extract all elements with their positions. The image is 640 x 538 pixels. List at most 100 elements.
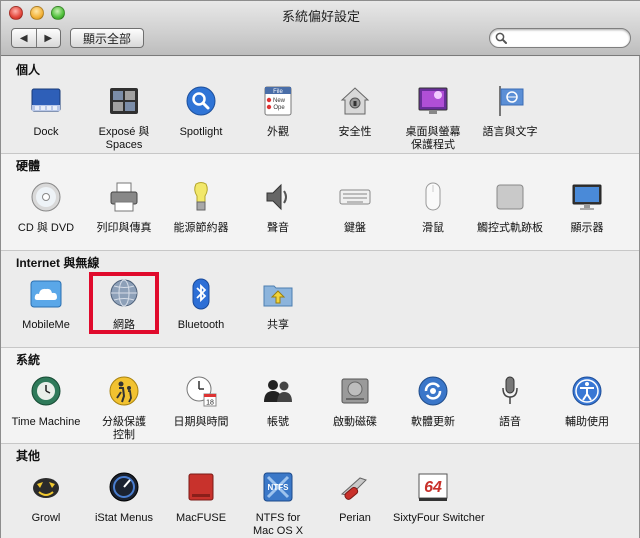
window-title: 系統偏好設定 [281, 9, 360, 24]
parental-controls-icon [109, 376, 139, 406]
search-field[interactable] [489, 28, 631, 48]
pane-label-parental-controls: 分級保護 控制 [102, 416, 146, 441]
pane-label-keyboard: 鍵盤 [344, 222, 366, 234]
pane-growl[interactable]: Growl [6, 470, 86, 525]
pane-expose-spaces[interactable]: Exposé 與 Spaces [84, 84, 164, 152]
section-divider [1, 250, 639, 251]
back-forward-group: ◀ ▶ [11, 28, 61, 48]
section-title-personal: 個人 [16, 63, 41, 77]
speaker-icon [266, 183, 287, 211]
pane-date-time[interactable]: 18 日期與時間 [161, 374, 241, 429]
pane-label-macfuse: MacFUSE [175, 512, 227, 524]
pane-label-appearance: 外觀 [267, 126, 289, 138]
section-title-other: 其他 [16, 449, 41, 463]
printer-icon [110, 182, 138, 212]
section-title-internet: Internet 與無線 [16, 256, 100, 270]
pane-sharing[interactable]: 共享 [238, 277, 318, 332]
pane-cd-dvd[interactable]: CD 與 DVD [6, 180, 86, 235]
pane-spotlight[interactable]: Spotlight [161, 84, 241, 139]
mouse-icon [425, 182, 441, 211]
pane-universal-access[interactable]: 輔助使用 [547, 374, 627, 429]
lightbulb-icon [194, 182, 208, 211]
pane-ntfs[interactable]: NTFS NTFS for Mac OS X [238, 470, 318, 538]
pane-software-update[interactable]: 軟體更新 [393, 374, 473, 429]
pane-label-trackpad: 觸控式軌跡板 [477, 222, 543, 234]
pane-mobileme[interactable]: MobileMe [6, 277, 86, 332]
pane-sixtyfour-switcher[interactable]: 64 SixtyFour Switcher [393, 470, 485, 525]
desktop-screensaver-icon [418, 87, 448, 114]
pane-label-accounts: 帳號 [267, 416, 289, 428]
sixtyfour-icon-text: 64 [424, 479, 442, 496]
spotlight-icon [186, 86, 216, 116]
un-flag-icon [499, 86, 524, 116]
pane-security[interactable]: 安全性 [315, 84, 395, 139]
pane-parental-controls[interactable]: 分級保護 控制 [84, 374, 164, 442]
pane-label-security: 安全性 [338, 126, 372, 138]
disc-icon [31, 182, 61, 212]
titlebar: 系統偏好設定 ◀ ▶ 顯示全部 [1, 1, 640, 56]
search-input[interactable] [510, 31, 625, 45]
ntfs-icon: NTFS [263, 472, 293, 502]
section-divider [1, 443, 639, 444]
sharing-folder-icon [263, 285, 293, 307]
appearance-new-text: New [273, 98, 286, 104]
pane-label-ntfs: NTFS for Mac OS X [252, 512, 304, 537]
pane-perian[interactable]: Perian [315, 470, 395, 525]
pane-label-growl: Growl [31, 512, 61, 524]
search-icon [495, 32, 507, 44]
trackpad-icon [496, 184, 524, 210]
hard-disk-icon [341, 378, 369, 404]
pane-macfuse[interactable]: MacFUSE [161, 470, 241, 525]
pane-label-language-text: 語言與文字 [482, 126, 538, 138]
growl-icon [33, 478, 59, 498]
pane-label-cd-dvd: CD 與 DVD [17, 222, 75, 234]
pane-trackpad[interactable]: 觸控式軌跡板 [470, 180, 550, 235]
pane-label-print-fax: 列印與傳真 [96, 222, 152, 234]
pane-istat-menus[interactable]: iStat Menus [84, 470, 164, 525]
pane-time-machine[interactable]: Time Machine [6, 374, 86, 429]
pane-sound[interactable]: 聲音 [238, 180, 318, 235]
pane-language-text[interactable]: 語言與文字 [470, 84, 550, 139]
pane-startup-disk[interactable]: 啟動磁碟 [315, 374, 395, 429]
section-other: 其他 Growl iStat Menus MacFUSE NTFS NTFS f… [1, 443, 639, 538]
pane-label-perian: Perian [339, 512, 371, 524]
macfuse-drive-icon [188, 473, 214, 501]
show-all-button[interactable]: 顯示全部 [70, 28, 144, 48]
pane-print-fax[interactable]: 列印與傳真 [84, 180, 164, 235]
cloud-icon [30, 280, 62, 308]
pane-displays[interactable]: 顯示器 [547, 180, 627, 235]
pane-mouse[interactable]: 滑鼠 [393, 180, 473, 235]
pane-label-speech: 語音 [499, 416, 521, 428]
perian-knife-icon [340, 477, 367, 500]
pane-dock[interactable]: Dock [6, 84, 86, 139]
section-divider [1, 153, 639, 154]
house-lock-icon [340, 87, 370, 115]
back-button[interactable]: ◀ [12, 29, 36, 47]
appearance-file-text: File [273, 89, 283, 95]
dock-icon [31, 88, 61, 112]
network-highlight-box [89, 272, 159, 334]
universal-access-icon [572, 376, 602, 406]
pane-label-dock: Dock [33, 126, 59, 138]
pane-accounts[interactable]: 帳號 [238, 374, 318, 429]
pane-desktop-screensaver[interactable]: 桌面與螢幕 保護程式 [393, 84, 473, 152]
pane-appearance[interactable]: File New Ope 外觀 [238, 84, 318, 139]
pane-label-software-update: 軟體更新 [411, 416, 455, 428]
pane-label-time-machine: Time Machine [11, 416, 81, 428]
forward-button[interactable]: ▶ [35, 29, 61, 47]
pane-label-sound: 聲音 [267, 222, 289, 234]
pane-label-mobileme: MobileMe [22, 319, 70, 331]
pane-bluetooth[interactable]: Bluetooth [161, 277, 241, 332]
clock-calendar-icon: 18 [186, 376, 217, 407]
pane-label-sixtyfour-switcher: SixtyFour Switcher [393, 512, 485, 524]
appearance-open-text: Ope [273, 105, 285, 111]
pane-energy-saver[interactable]: 能源節約器 [161, 180, 241, 235]
pane-label-mouse: 滑鼠 [422, 222, 444, 234]
pane-label-date-time: 日期與時間 [173, 416, 229, 428]
pane-label-energy-saver: 能源節約器 [173, 222, 229, 234]
pane-speech[interactable]: 語音 [470, 374, 550, 429]
pane-label-sharing: 共享 [267, 319, 289, 331]
pane-keyboard[interactable]: 鍵盤 [315, 180, 395, 235]
calendar-day-text: 18 [206, 400, 214, 407]
section-divider [1, 347, 639, 348]
